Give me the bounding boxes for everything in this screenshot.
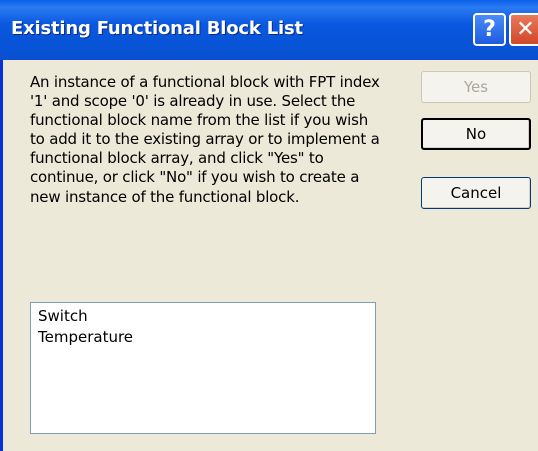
list-item[interactable]: Switch xyxy=(38,306,368,327)
close-icon: ✕ xyxy=(516,17,535,42)
window-title: Existing Functional Block List xyxy=(11,18,303,39)
yes-button[interactable]: Yes xyxy=(421,71,531,103)
dialog-message: An instance of a functional block with F… xyxy=(30,73,380,206)
title-bar[interactable]: Existing Functional Block List ? ✕ xyxy=(0,0,538,60)
dialog-window: Existing Functional Block List ? ✕ An in… xyxy=(0,0,538,451)
list-item[interactable]: Temperature xyxy=(38,327,368,348)
no-button[interactable]: No xyxy=(421,118,531,150)
close-button[interactable]: ✕ xyxy=(509,13,538,46)
help-button[interactable]: ? xyxy=(473,13,506,46)
help-icon: ? xyxy=(483,17,496,42)
functional-block-listbox[interactable]: Switch Temperature xyxy=(30,302,376,434)
cancel-button[interactable]: Cancel xyxy=(421,177,531,209)
